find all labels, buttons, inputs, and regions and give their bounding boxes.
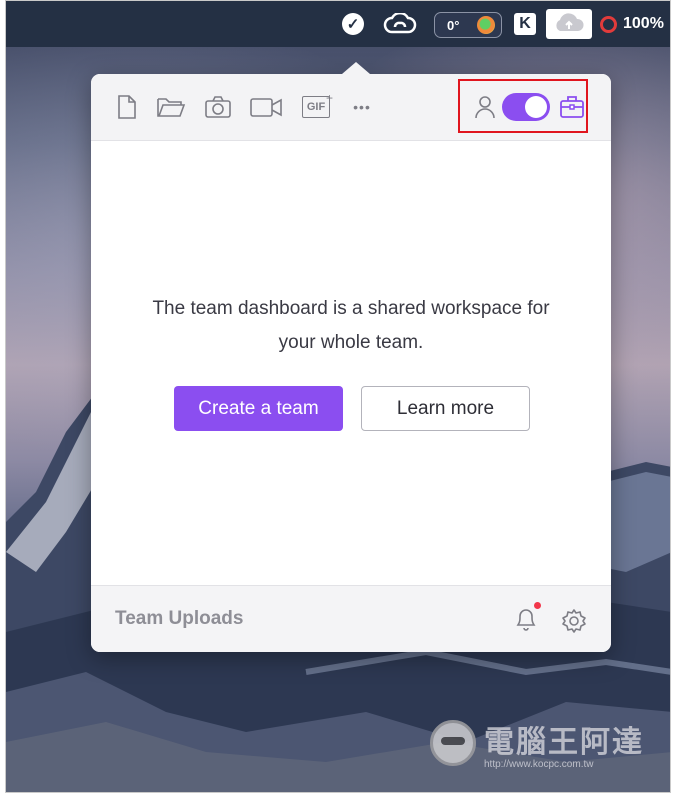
team-dashboard-message: The team dashboard is a shared workspace… bbox=[121, 292, 581, 360]
settings-gear-icon[interactable] bbox=[561, 608, 587, 639]
document-icon[interactable] bbox=[115, 92, 139, 122]
toggle-knob bbox=[525, 96, 547, 118]
k-app-icon[interactable]: K bbox=[512, 9, 538, 39]
folder-icon[interactable] bbox=[155, 92, 187, 122]
cloud-upload-icon[interactable] bbox=[546, 9, 592, 39]
notification-bell-icon[interactable] bbox=[514, 602, 541, 637]
learn-more-button[interactable]: Learn more bbox=[361, 386, 530, 431]
gif-icon[interactable]: GIF + bbox=[299, 91, 333, 122]
weather-status-icon bbox=[477, 16, 495, 34]
message-line-2: your whole team. bbox=[278, 332, 424, 353]
dashboard-popover: GIF + ••• The team dashboard is a shared… bbox=[91, 62, 611, 652]
briefcase-icon[interactable] bbox=[558, 92, 586, 122]
temperature-reading: 0° bbox=[447, 17, 460, 33]
checkmark-glyph: ✓ bbox=[342, 13, 364, 35]
creative-cloud-glyph bbox=[383, 13, 417, 34]
gif-plus-mark: + bbox=[325, 91, 333, 105]
battery-ring-icon bbox=[600, 15, 617, 33]
site-watermark: 電腦王阿達 http://www.kocpc.com.tw bbox=[430, 713, 670, 773]
create-team-button[interactable]: Create a team bbox=[174, 386, 343, 431]
checkmark-circle-icon[interactable]: ✓ bbox=[340, 9, 366, 39]
watermark-text: 電腦王阿達 http://www.kocpc.com.tw bbox=[484, 717, 644, 770]
more-icon[interactable]: ••• bbox=[347, 92, 377, 122]
popover-toolbar: GIF + ••• bbox=[91, 74, 611, 141]
battery-status[interactable]: 100% bbox=[600, 9, 670, 39]
cloud-glyph bbox=[556, 13, 584, 32]
personal-team-toggle[interactable] bbox=[502, 93, 550, 121]
notification-badge bbox=[534, 602, 541, 609]
gif-label: GIF bbox=[306, 101, 326, 113]
watermark-mascot-icon bbox=[430, 720, 476, 766]
popover-footer: Team Uploads bbox=[91, 585, 611, 652]
creative-cloud-icon[interactable] bbox=[382, 9, 418, 39]
weather-widget[interactable]: 0° bbox=[434, 12, 502, 38]
battery-percent: 100% bbox=[623, 15, 664, 32]
k-letter: K bbox=[514, 13, 536, 35]
watermark-title: 電腦王阿達 bbox=[484, 724, 644, 760]
message-line-1: The team dashboard is a shared workspace… bbox=[152, 298, 550, 319]
video-camera-icon[interactable] bbox=[248, 92, 284, 122]
camera-icon[interactable] bbox=[203, 92, 233, 122]
system-menubar: ✓ 0° K 100% bbox=[6, 1, 670, 47]
team-uploads-title: Team Uploads bbox=[115, 608, 244, 629]
person-icon[interactable] bbox=[474, 92, 496, 122]
screenshot-frame: ✓ 0° K 100% GIF + ••• The team dashboard… bbox=[5, 0, 671, 793]
popover-arrow bbox=[342, 62, 370, 74]
